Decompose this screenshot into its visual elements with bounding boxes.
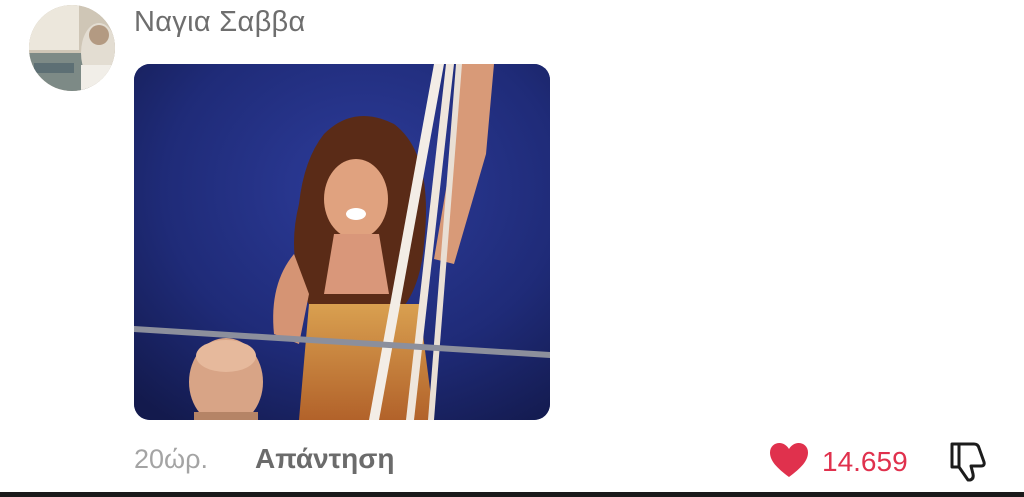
avatar-image — [29, 5, 115, 91]
author-name[interactable]: Ναγια Σαββα — [134, 6, 306, 39]
comment-photo[interactable] — [134, 64, 550, 420]
like-count: 14.659 — [822, 446, 908, 477]
photo-image — [134, 64, 550, 420]
reply-button[interactable]: Απάντηση — [255, 443, 395, 475]
comment-item: Ναγια Σαββα 20ώρ. Απάντηση 14.659 — [0, 0, 1024, 497]
comment-timestamp: 20ώρ. — [134, 444, 208, 474]
thumbs-down-icon[interactable] — [944, 438, 990, 484]
avatar[interactable] — [29, 5, 115, 91]
heart-icon[interactable] — [768, 441, 810, 484]
like-button[interactable]: 14.659 — [768, 440, 908, 484]
divider — [0, 492, 1024, 497]
